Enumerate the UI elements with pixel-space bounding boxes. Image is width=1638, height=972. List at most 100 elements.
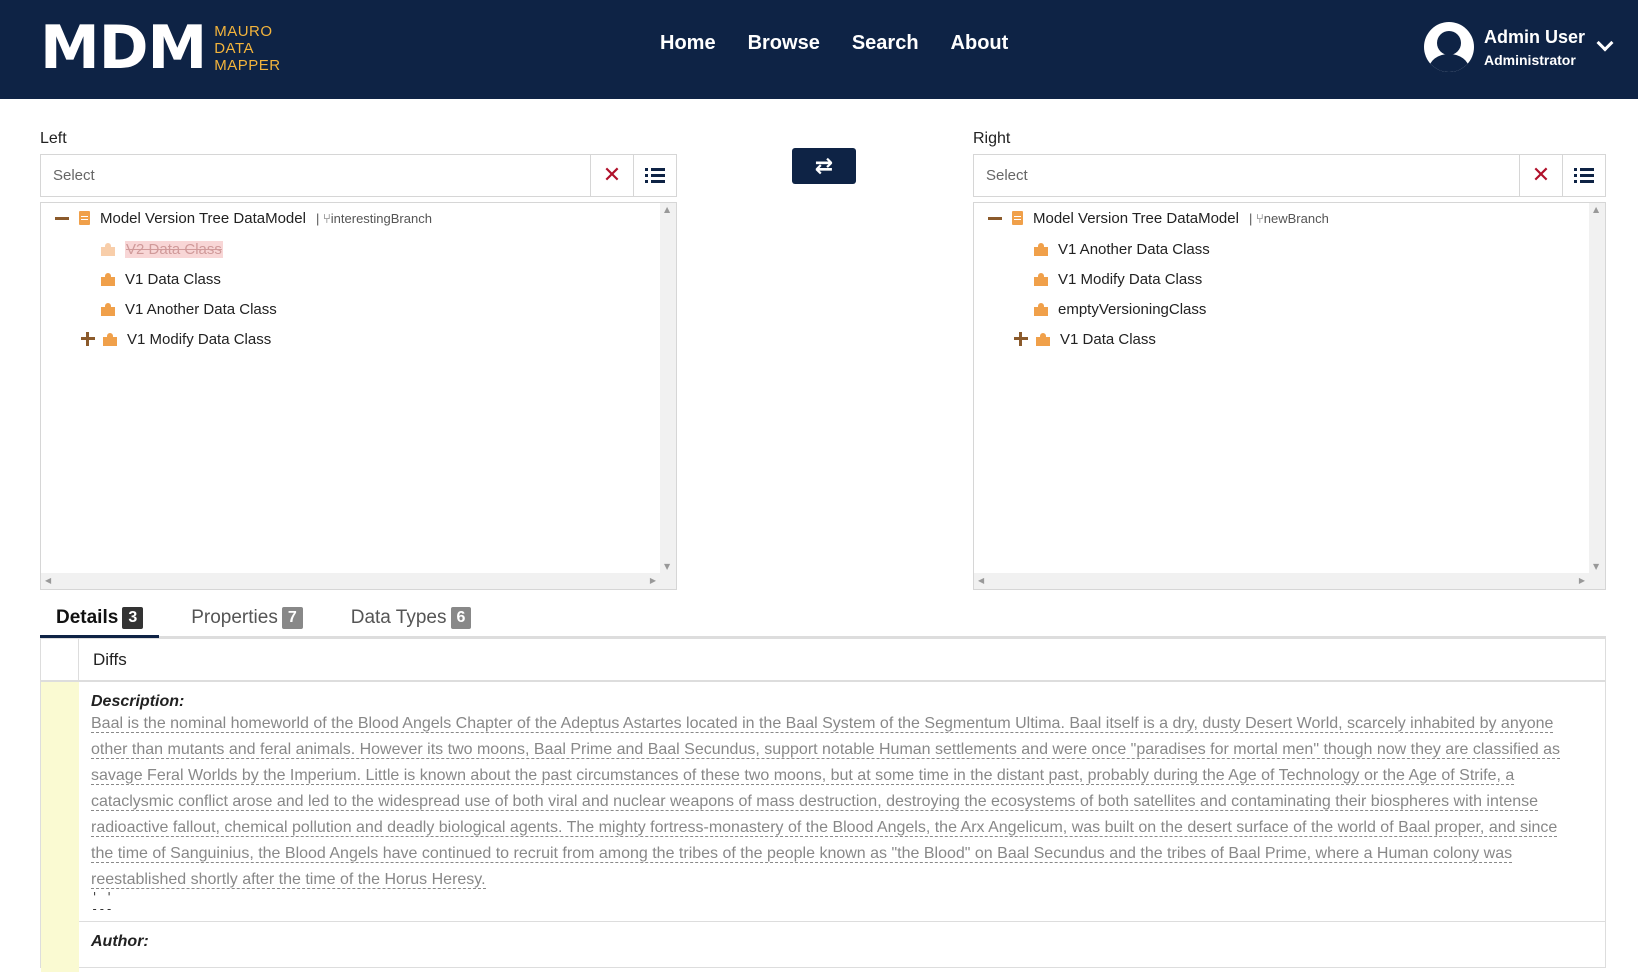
branch-separator: | (1248, 210, 1253, 226)
tree-node[interactable]: V1 Another Data Class (1034, 239, 1210, 259)
branch-name: newBranch (1263, 210, 1329, 226)
diffs-title: Diffs (93, 650, 127, 669)
right-select[interactable]: Select ✕ (973, 154, 1606, 197)
scroll-up-icon[interactable]: ▲ (1593, 205, 1599, 214)
main-nav: Home Browse Search About (660, 32, 1040, 55)
tab-label: Data Types (350, 607, 447, 628)
tree-node-label: V1 Another Data Class (125, 300, 277, 318)
scroll-left-icon[interactable]: ◀ (978, 576, 984, 585)
description-label: Description: (91, 693, 185, 710)
right-select-input[interactable]: Select (974, 155, 1519, 196)
list-icon (645, 167, 665, 184)
tree-node[interactable]: V1 Modify Data Class (81, 329, 271, 349)
tree-node-label: V1 Another Data Class (1058, 240, 1210, 258)
data-class-icon (1034, 242, 1048, 256)
logo-sub-line: MAPPER (214, 56, 281, 74)
close-icon: ✕ (602, 162, 622, 188)
data-class-icon (1036, 332, 1050, 346)
data-model-icon (1012, 211, 1023, 225)
left-select-input[interactable]: Select (41, 155, 590, 196)
tree-node-label: V1 Data Class (125, 270, 221, 288)
swap-icon: ⇄ (814, 153, 834, 179)
row-divider (79, 921, 1605, 922)
left-select[interactable]: Select ✕ (40, 154, 677, 197)
horizontal-scrollbar[interactable]: ◀ ▶ (974, 573, 1605, 589)
branch-label: | ⑂newBranch (1249, 211, 1329, 226)
right-tree-button[interactable] (1562, 155, 1605, 196)
logo-sub-line: DATA (214, 39, 254, 57)
list-icon (1574, 167, 1594, 184)
tab-label: Details (56, 606, 119, 628)
avatar (1424, 22, 1474, 72)
logo-subtitle: MAURO DATA MAPPER (214, 23, 280, 74)
left-label: Left (40, 130, 67, 147)
description-diff: Baal is the nominal homeworld of the Blo… (91, 711, 1581, 893)
data-class-icon (101, 272, 115, 286)
scroll-right-icon[interactable]: ▶ (1579, 576, 1585, 585)
count-badge: 3 (122, 606, 144, 629)
left-tree: ▲ ▼ ◀ ▶ Model Version Tree DataModel | ⑂… (40, 202, 677, 590)
description-text: Baal is the nominal homeworld of the Blo… (91, 715, 1561, 889)
tree-node[interactable]: V1 Another Data Class (101, 299, 277, 319)
collapse-icon[interactable] (55, 216, 69, 220)
tree-node[interactable]: V2 Data Class (101, 239, 223, 259)
scroll-right-icon[interactable]: ▶ (650, 576, 656, 585)
tree-root-node[interactable]: Model Version Tree DataModel | ⑂interest… (55, 208, 432, 228)
logo-mdm: MDM (40, 13, 207, 83)
tree-node-label-removed: V2 Data Class (125, 240, 223, 258)
swap-button[interactable]: ⇄ (792, 148, 856, 184)
data-class-icon (101, 242, 115, 256)
tab-details[interactable]: Details 3 (40, 600, 160, 638)
tree-node[interactable]: V1 Data Class (101, 269, 221, 289)
user-name: Admin User (1484, 26, 1586, 47)
branch-separator: | (315, 210, 320, 226)
nav-home[interactable]: Home (660, 32, 716, 55)
logo-sub-line: MAURO (214, 22, 273, 40)
diff-marks: ' ' --- (91, 891, 113, 915)
diff-marker (41, 682, 79, 972)
vertical-scrollbar[interactable]: ▲ ▼ (1589, 203, 1605, 573)
user-menu[interactable]: Admin User Administrator (1424, 22, 1614, 72)
tree-node-label: V1 Data Class (1060, 330, 1156, 348)
scroll-left-icon[interactable]: ◀ (45, 576, 51, 585)
scroll-down-icon[interactable]: ▼ (664, 562, 670, 571)
tab-properties[interactable]: Properties 7 (175, 600, 319, 636)
left-clear-button[interactable]: ✕ (590, 155, 633, 196)
tree-node-label: V1 Modify Data Class (127, 330, 272, 348)
chevron-down-icon[interactable] (1596, 34, 1614, 52)
diffs-header: Diffs (41, 639, 1605, 682)
branch-icon: ⑂ (322, 210, 331, 226)
tree-node[interactable]: V1 Modify Data Class (1034, 269, 1202, 289)
logo[interactable]: MDM MAURO DATA MAPPER (40, 18, 281, 78)
count-badge: 6 (450, 607, 472, 629)
app-header: MDM MAURO DATA MAPPER Home Browse Search… (0, 0, 1638, 99)
count-badge: 7 (281, 607, 303, 629)
nav-browse[interactable]: Browse (748, 32, 820, 55)
close-icon: ✕ (1531, 162, 1551, 188)
vertical-scrollbar[interactable]: ▲ ▼ (660, 203, 676, 573)
data-class-icon (101, 302, 115, 316)
expand-icon[interactable] (1014, 332, 1028, 346)
scroll-up-icon[interactable]: ▲ (664, 205, 670, 214)
collapse-icon[interactable] (988, 216, 1002, 220)
scroll-down-icon[interactable]: ▼ (1593, 562, 1599, 571)
tree-node[interactable]: emptyVersioningClass (1034, 299, 1206, 319)
tree-node-label: emptyVersioningClass (1058, 300, 1207, 318)
left-tree-button[interactable] (633, 155, 676, 196)
tab-bar: Details 3 Properties 7 Data Types 6 (40, 600, 1606, 638)
horizontal-scrollbar[interactable]: ◀ ▶ (41, 573, 676, 589)
tab-label: Properties (191, 607, 278, 628)
model-name: Model Version Tree DataModel (1033, 209, 1239, 227)
diff-mark: --- (91, 902, 113, 916)
tab-data-types[interactable]: Data Types 6 (335, 600, 488, 636)
expand-icon[interactable] (81, 332, 95, 346)
nav-search[interactable]: Search (852, 32, 919, 55)
branch-icon: ⑂ (1255, 210, 1264, 226)
tree-node[interactable]: V1 Data Class (1014, 329, 1156, 349)
data-class-icon (103, 332, 117, 346)
nav-about[interactable]: About (951, 32, 1009, 55)
model-name: Model Version Tree DataModel (100, 209, 306, 227)
user-info: Admin User Administrator (1484, 27, 1585, 68)
tree-root-node[interactable]: Model Version Tree DataModel | ⑂newBranc… (988, 208, 1329, 228)
right-clear-button[interactable]: ✕ (1519, 155, 1562, 196)
